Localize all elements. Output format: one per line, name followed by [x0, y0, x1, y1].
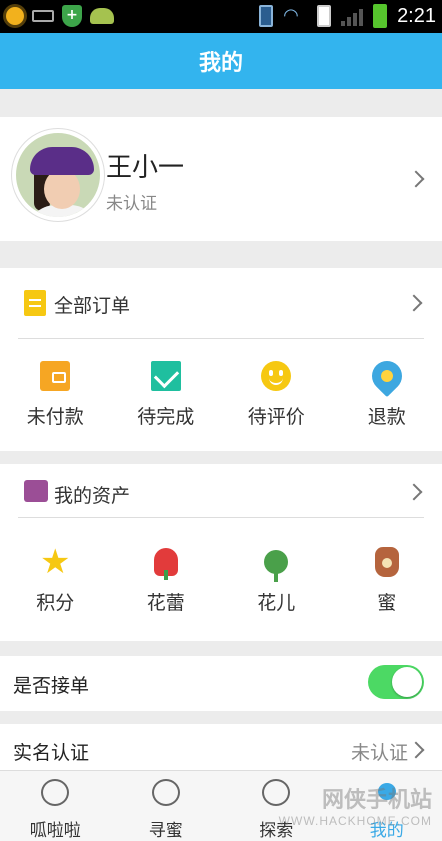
orders-card: 全部订单 未付款 待完成 待评价 退款 — [0, 268, 442, 451]
chevron-right-icon — [407, 170, 425, 188]
chevron-right-icon — [407, 741, 425, 759]
order-list-icon — [24, 290, 46, 316]
order-unpaid-label: 未付款 — [26, 406, 84, 428]
order-refund-label: 退款 — [367, 406, 406, 428]
all-orders-row[interactable]: 全部订单 — [18, 268, 424, 339]
weather-sun-icon — [6, 7, 24, 25]
user-name: 王小一 — [106, 153, 185, 183]
checkmark-icon — [150, 361, 181, 391]
asset-buds[interactable]: 花蕾 — [111, 546, 222, 615]
status-bar-right: ◠ 2:21 — [259, 4, 436, 28]
order-to-review[interactable]: 待评价 — [221, 360, 332, 429]
wallet-purple-icon — [24, 480, 48, 502]
verification-status: 未认证 — [106, 194, 157, 214]
all-orders-label: 全部订单 — [54, 295, 131, 317]
asset-points-label: 积分 — [36, 592, 75, 614]
real-name-value: 未认证 — [350, 742, 408, 764]
my-assets-row[interactable]: 我的资产 — [18, 464, 424, 518]
order-to-review-label: 待评价 — [247, 406, 305, 428]
status-bar-left: + — [6, 5, 114, 27]
flower-icon — [264, 550, 289, 582]
storage-icon — [317, 5, 332, 27]
tab-gualala[interactable]: 呱啦啦 — [0, 771, 111, 841]
wallet-icon — [40, 361, 71, 391]
asset-buds-label: 花蕾 — [146, 592, 185, 614]
tab-find-honey[interactable]: 寻蜜 — [111, 771, 222, 841]
usb-icon — [32, 10, 54, 22]
real-name-row[interactable]: 实名认证 未认证 — [0, 724, 442, 770]
rose-icon — [153, 548, 178, 580]
order-to-complete[interactable]: 待完成 — [111, 360, 222, 429]
accept-orders-label: 是否接单 — [13, 675, 90, 697]
watermark-url: WWW.HACKHOME.COM — [278, 814, 432, 828]
top-header: 我的 — [0, 33, 442, 89]
moon-icon — [41, 779, 70, 806]
assets-grid: ★ 积分 花蕾 花儿 蜜 — [0, 542, 442, 615]
chevron-right-icon — [405, 483, 423, 501]
wifi-icon: ◠ — [283, 5, 299, 26]
asset-flowers[interactable]: 花儿 — [221, 546, 332, 615]
refund-icon — [365, 354, 408, 398]
tab-gualala-label: 呱啦啦 — [29, 821, 81, 841]
asset-points[interactable]: ★ 积分 — [0, 542, 111, 615]
order-to-complete-label: 待完成 — [137, 406, 195, 428]
status-time: 2:21 — [397, 4, 436, 27]
toggle-knob — [392, 667, 422, 697]
avatar[interactable] — [12, 129, 104, 221]
battery-charging-icon — [373, 4, 388, 28]
tab-explore[interactable]: 探索 — [221, 771, 332, 841]
star-icon: ★ — [40, 542, 71, 582]
accept-orders-toggle[interactable] — [368, 665, 424, 699]
status-bar: + ◠ 2:21 — [0, 0, 442, 33]
profile-card[interactable]: 王小一 未认证 — [0, 117, 442, 241]
page-title: 我的 — [198, 51, 243, 76]
order-unpaid[interactable]: 未付款 — [0, 360, 111, 429]
assets-card: 我的资产 ★ 积分 花蕾 花儿 蜜 — [0, 464, 442, 641]
chevron-right-icon — [405, 294, 423, 312]
real-name-label: 实名认证 — [13, 742, 90, 764]
honey-jar-icon — [374, 547, 399, 577]
explore-icon — [262, 779, 291, 806]
sim-card-icon — [259, 5, 274, 27]
tab-find-honey-label: 寻蜜 — [148, 821, 183, 841]
order-refund[interactable]: 退款 — [332, 354, 442, 429]
order-status-grid: 未付款 待完成 待评价 退款 — [0, 354, 442, 429]
signal-bars-icon — [341, 6, 364, 26]
watermark-text: 网侠手机站 — [321, 788, 432, 813]
security-shield-icon: + — [62, 5, 82, 27]
asset-honey[interactable]: 蜜 — [332, 546, 442, 615]
asset-honey-label: 蜜 — [377, 592, 397, 614]
my-assets-label: 我的资产 — [54, 485, 131, 507]
smiley-icon — [261, 361, 292, 391]
chat-bubble-icon — [151, 779, 180, 806]
asset-flowers-label: 花儿 — [257, 592, 296, 614]
android-icon — [90, 8, 114, 24]
accept-orders-row: 是否接单 — [0, 656, 442, 711]
